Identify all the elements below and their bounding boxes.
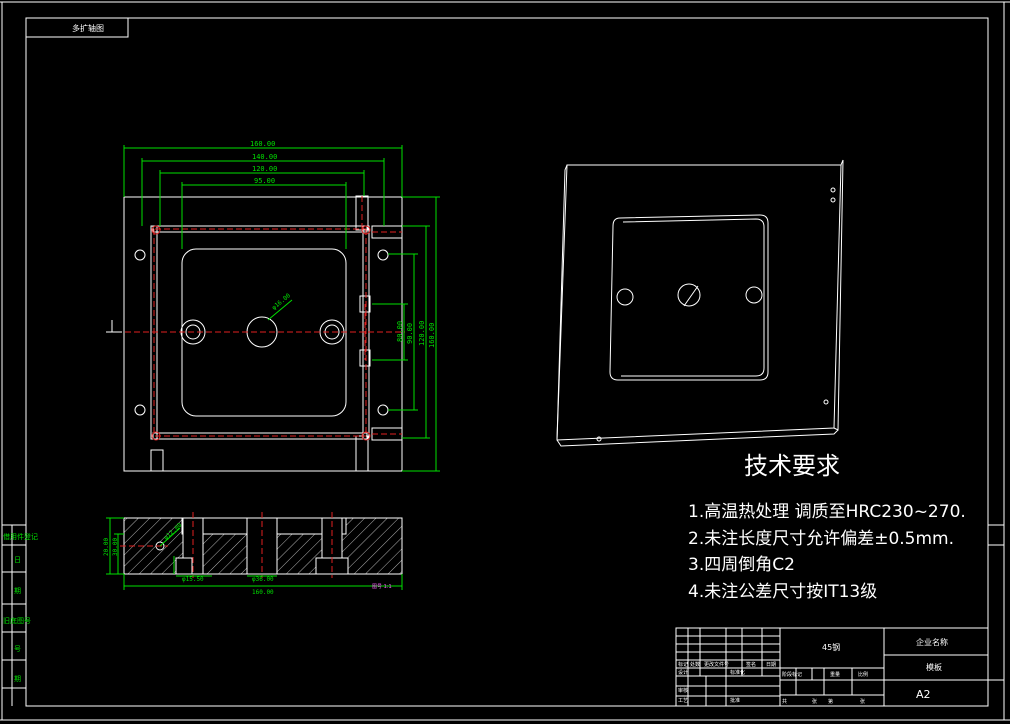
sec-dim-total: 160.00 [252,589,274,596]
section-view [120,512,403,578]
front-view-dimensions [123,145,440,472]
plate-outline [123,196,403,472]
dim-95: 95.00 [254,177,275,185]
dim-140: 140.00 [252,153,277,161]
tb-company: 企业名称 [916,637,948,647]
tb-role-design: 设计 [678,669,688,676]
dim-h-120: 120.00 [418,321,426,346]
dim-h-90: 90.00 [406,323,414,344]
sec-dim-h2: 30.00 [112,538,119,556]
tb-row-label-0: 标记 [678,661,688,668]
margin-label-2: 日 [14,556,21,564]
front-view [106,195,405,472]
drawing-canvas: 多扩轴图 借用件登记 日 期 旧底图号 号 期 160.00 140.00 12… [0,1,1010,721]
tech-req-1: 1.高温热处理 调质至HRC230~270. [688,502,966,522]
dim-h-160: 160.00 [428,323,436,348]
section-scale-label: 图号 1:1 [372,584,392,590]
tb-row-label-1: 处数 [690,661,700,668]
cad-drawing: 多扩轴图 借用件登记 日 期 旧底图号 号 期 160.00 140.00 12… [0,0,1010,724]
tb-role-review: 审核 [678,687,688,694]
tb-row-label-3: 签名 [746,661,756,668]
margin-label-4: 旧底图号 [3,616,31,625]
tb-weight-label: 重量 [830,671,840,678]
tech-req-3: 3.四周倒角C2 [688,555,795,575]
margin-label-5: 号 [14,645,21,653]
tb-scale-label: 比例 [858,671,868,678]
top-left-label: 多扩轴图 [72,23,104,33]
margin-label-1: 借用件登记 [3,532,38,541]
tb-row-label-2: 更改文件号 [704,661,729,668]
tech-req-4: 4.未注公差尺寸按IT13级 [688,582,877,602]
dim-h-80: 80.00 [396,321,404,342]
sec-dim-h1: 20.00 [103,538,110,556]
tb-row-label-4: 日期 [766,662,776,668]
tb-part: 模板 [926,662,942,672]
sec-dim-b: φ36.00 [252,576,274,583]
sec-dim-a: φ15.50 [182,576,204,583]
tech-req-title: 技术要求 [744,452,840,480]
tb-role-process: 工艺 [678,698,688,704]
dim-120: 120.00 [252,165,277,173]
margin-label-6: 期 [14,675,21,683]
tb-sheet-total: 共 [782,698,787,705]
margin-label-3: 期 [14,587,21,595]
tb-material: 45钢 [822,642,840,652]
tb-stage-label: 阶段标记 [782,671,802,678]
tb-sheet-size: A2 [916,688,931,701]
tb-sheet-num: 第 [828,698,833,705]
small-hole [134,249,146,261]
right-margin-marks [988,524,1004,681]
tb-role-approve: 批准 [730,697,740,704]
tb-role-std: 标准化 [730,669,745,676]
dim-160: 160.00 [250,140,275,148]
tb-sheet-unit-1: 张 [812,698,817,705]
tech-req-2: 2.未注长度尺寸允许偏差±0.5mm. [688,529,954,549]
tb-sheet-unit-2: 张 [860,698,865,705]
isometric-view [556,159,844,447]
